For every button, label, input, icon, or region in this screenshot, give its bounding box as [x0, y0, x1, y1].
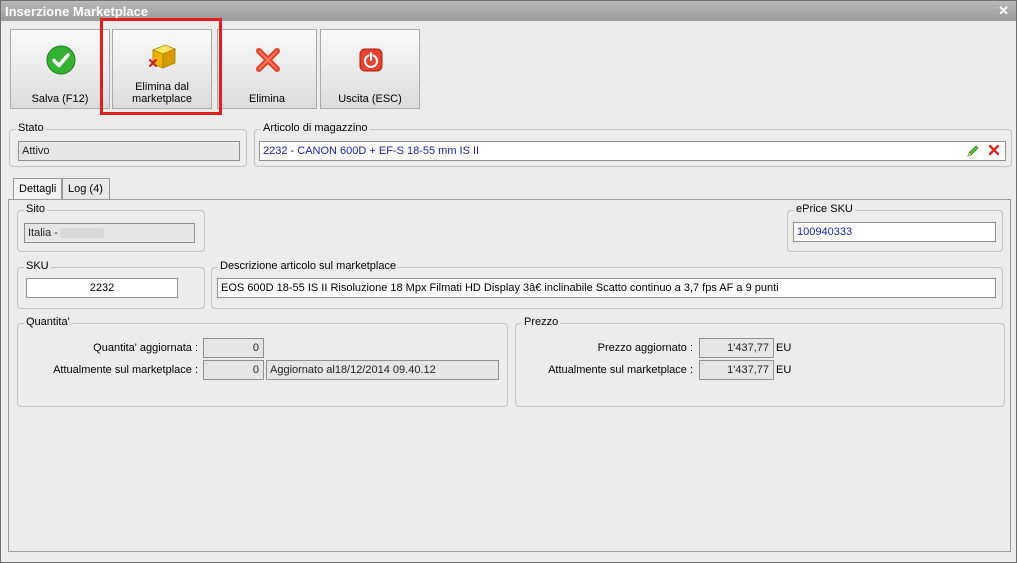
prezzo-aggiornato-field[interactable]: 1'437,77 [699, 338, 774, 358]
eprice-sku-field[interactable]: 100940333 [793, 222, 996, 242]
quantita-aggiornata-label: Quantita' aggiornata : [93, 342, 198, 354]
articolo-legend: Articolo di magazzino [261, 122, 370, 134]
stato-field[interactable]: Attivo [18, 141, 240, 161]
prezzo-attuale-field[interactable]: 1'437,77 [699, 360, 774, 380]
delete-x-icon [256, 48, 280, 72]
exit-power-icon [359, 48, 383, 72]
stato-legend: Stato [16, 122, 46, 134]
sito-value: Italia - [28, 227, 58, 239]
articolo-value: 2232 - CANON 600D + EF-S 18-55 mm IS II [263, 145, 480, 157]
delete-label: Elimina [248, 93, 286, 105]
eprice-legend: ePrice SKU [794, 203, 855, 215]
tab-dettagli[interactable]: Dettagli [13, 178, 62, 200]
prezzo-attuale-label: Attualmente sul marketplace : [548, 364, 693, 376]
edit-pencil-icon[interactable] [966, 144, 980, 158]
prezzo-aggiornato-currency: EU [776, 342, 792, 354]
prezzo-legend: Prezzo [522, 316, 561, 328]
prezzo-aggiornato-label: Prezzo aggiornato : [597, 342, 693, 354]
delete-button[interactable]: Elimina [217, 29, 317, 109]
exit-label: Uscita (ESC) [338, 93, 402, 105]
quantita-attuale-label: Attualmente sul marketplace : [53, 364, 198, 376]
quantita-legend: Quantita' [24, 316, 72, 328]
sku-legend: SKU [24, 260, 51, 272]
aggiornato-field: Aggiornato al18/12/2014 09.40.12 [266, 360, 499, 380]
descrizione-field[interactable]: EOS 600D 18-55 IS II Risoluzione 18 Mpx … [217, 278, 996, 298]
sku-field[interactable]: 2232 [26, 278, 178, 298]
window-title: Inserzione Marketplace [5, 4, 149, 19]
quantita-aggiornata-field[interactable]: 0 [203, 338, 264, 358]
sito-field[interactable]: Italia - [24, 223, 195, 243]
tab-log[interactable]: Log (4) [62, 178, 110, 199]
close-icon[interactable]: ✕ [998, 3, 1009, 19]
save-button[interactable]: Salva (F12) [10, 29, 110, 109]
sito-legend: Sito [24, 203, 47, 215]
prezzo-attuale-currency: EU [776, 364, 792, 376]
descrizione-legend: Descrizione articolo sul marketplace [218, 260, 399, 272]
save-label: Salva (F12) [31, 93, 89, 105]
quantita-attuale-field[interactable]: 0 [203, 360, 264, 380]
exit-button[interactable]: Uscita (ESC) [320, 29, 420, 109]
checkmark-icon [46, 45, 76, 75]
clear-x-icon[interactable] [988, 144, 1000, 156]
highlight-box [100, 18, 222, 115]
redacted-text [59, 228, 104, 239]
marketplace-window: Inserzione Marketplace ✕ Salva (F12) Eli… [0, 0, 1017, 563]
articolo-field[interactable]: 2232 - CANON 600D + EF-S 18-55 mm IS II [259, 141, 1006, 161]
